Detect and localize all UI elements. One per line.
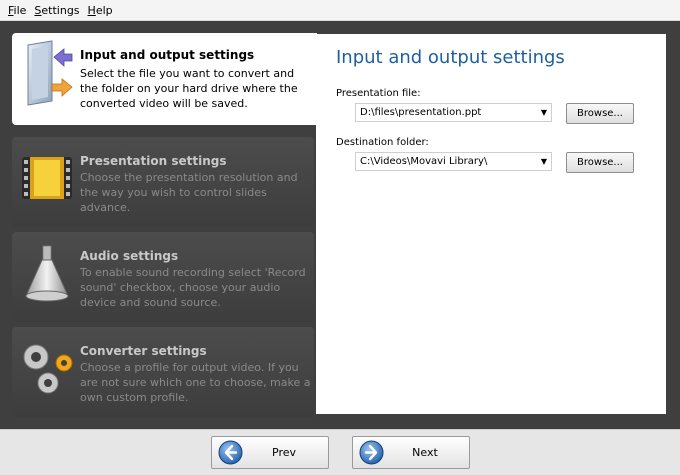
destination-folder-label: Destination folder: [336,137,429,148]
step-title: Input and output settings [80,48,255,62]
next-button[interactable]: Next [352,436,470,469]
wizard-frame: Input and output settings Select the fil… [0,21,680,429]
next-label: Next [412,446,438,459]
step-description: To enable sound recording select 'Record… [80,266,306,309]
step-input-output[interactable]: Input and output settings Select the fil… [12,33,317,125]
presentation-file-label: Presentation file: [336,88,421,99]
menu-file-label: ile [13,3,27,17]
panel-title: Input and output settings [336,47,565,68]
menu-settings[interactable]: Settings [30,4,83,17]
folder-arrows-icon [27,40,73,106]
destination-folder-combo[interactable]: C:\Videos\Movavi Library\ ▼ [355,152,552,171]
step-presentation[interactable]: Presentation settings Choose the present… [12,137,314,227]
step-description: Select the file you want to convert and … [80,67,298,110]
menu-help-accel: H [87,3,96,17]
gears-icon [23,344,73,394]
settings-panel: Input and output settings Presentation f… [316,34,666,414]
browse-presentation-button[interactable]: Browse... [566,103,634,124]
dropdown-arrow-icon[interactable]: ▼ [539,153,549,170]
menu-file[interactable]: File [4,4,30,17]
destination-folder-value: C:\Videos\Movavi Library\ [360,156,488,167]
step-description: Choose the presentation resolution and t… [80,171,298,214]
prev-button[interactable]: Prev [211,436,329,469]
step-description: Choose a profile for output video. If yo… [80,361,311,404]
presentation-file-combo[interactable]: D:\files\presentation.ppt ▼ [355,103,552,122]
menu-bar: File Settings Help [0,0,680,21]
dropdown-arrow-icon[interactable]: ▼ [539,104,549,121]
menu-help[interactable]: Help [84,4,117,17]
megaphone-icon [25,245,69,302]
menu-settings-label: ettings [41,3,80,17]
step-audio[interactable]: Audio settings To enable sound recording… [12,232,314,322]
step-converter[interactable]: Converter settings Choose a profile for … [12,327,314,417]
film-strip-icon [22,157,72,199]
step-title: Audio settings [80,249,179,263]
prev-label: Prev [272,446,296,459]
menu-help-label: elp [95,3,113,17]
steps-sidebar: Input and output settings Select the fil… [12,33,317,428]
step-title: Converter settings [80,344,207,358]
step-title: Presentation settings [80,154,227,168]
browse-destination-button[interactable]: Browse... [566,152,634,173]
presentation-file-value: D:\files\presentation.ppt [360,107,482,118]
footer-bar: Prev Next [0,429,680,475]
